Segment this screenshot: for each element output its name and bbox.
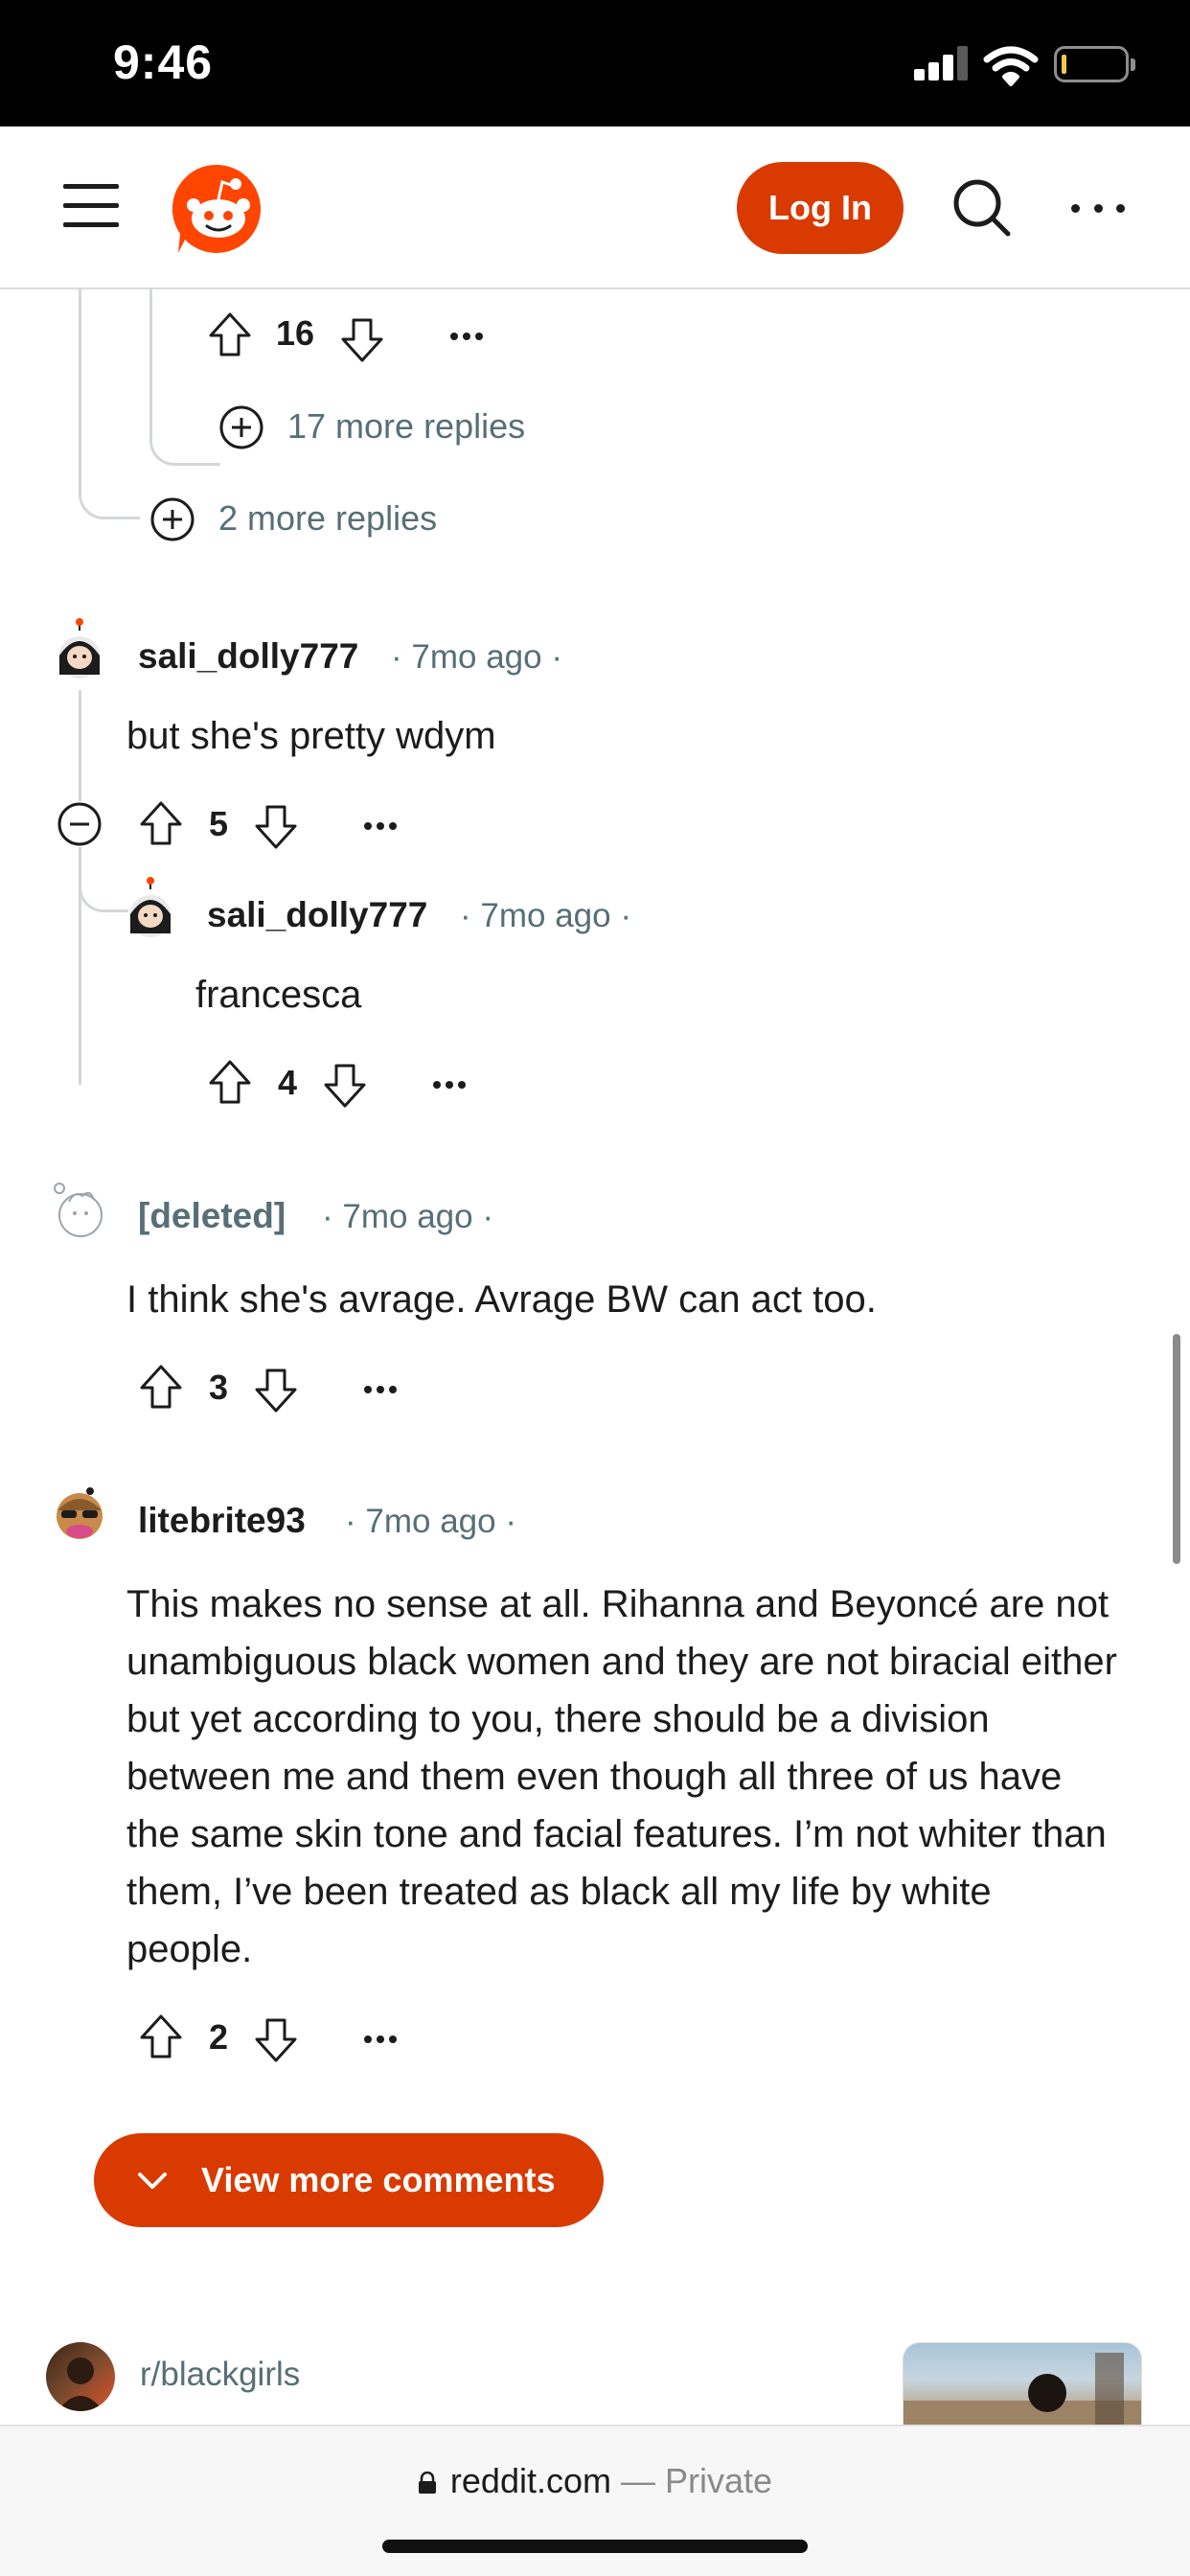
home-indicator[interactable] [382,2540,808,2553]
comment-author[interactable]: sali_dolly777 [207,895,427,935]
expand-icon[interactable] [218,404,264,450]
vote-count: 3 [208,1368,229,1407]
comment-more-icon[interactable] [364,821,397,831]
more-replies-link[interactable]: 17 more replies [287,406,525,447]
view-more-comments-button[interactable]: View more comments [94,2133,604,2227]
downvote-icon[interactable] [253,803,299,851]
post-thumbnail[interactable] [903,2342,1142,2425]
thread-line [79,289,140,519]
comment-body: I think she's avrage. Avrage BW can act … [126,1278,877,1321]
expand-icon[interactable] [149,496,195,542]
comment-more-icon[interactable] [364,2035,397,2044]
upvote-icon[interactable] [207,1058,253,1106]
comment-meta: · 7mo ago · [322,1198,493,1235]
chevron-down-icon [138,2173,167,2189]
comment-more-icon[interactable] [433,1080,466,1090]
search-icon[interactable] [950,176,1014,240]
address-text[interactable]: reddit.com — Private [0,2461,1190,2501]
collapse-icon[interactable] [57,801,103,847]
comment-meta: · 7mo ago · [345,1503,516,1540]
reddit-logo-icon[interactable] [171,161,266,257]
cellular-signal-icon [914,46,968,80]
downvote-icon[interactable] [253,1367,299,1414]
status-bar: 9:46 [0,0,1190,126]
avatar[interactable] [119,876,182,939]
app-header: Log In [0,126,1190,289]
upvote-icon[interactable] [138,2012,184,2060]
downvote-icon[interactable] [253,2016,299,2064]
battery-icon [1054,46,1135,82]
comment-author: [deleted] [138,1196,286,1235]
comment-body: but she's pretty wdym [126,715,496,757]
vote-count: 2 [208,2017,229,2057]
private-mode-text: Private [665,2461,773,2500]
deleted-avatar-icon [54,1183,103,1237]
wifi-icon [983,46,1039,86]
comment-meta: · 7mo ago · [391,638,562,676]
domain-text: reddit.com [449,2461,611,2500]
subreddit-avatar[interactable] [46,2342,115,2411]
view-more-comments-label: View more comments [201,2160,556,2199]
more-replies-link[interactable]: 2 more replies [218,498,437,539]
avatar[interactable] [48,617,111,680]
comment-body: This makes no sense at all. Rihanna and … [126,1583,1117,1970]
downvote-icon[interactable] [339,316,385,364]
separator-text: — [621,2461,656,2500]
downvote-icon[interactable] [322,1062,368,1110]
comment-time: 7mo ago [365,1503,496,1540]
comment-time: 7mo ago [342,1198,473,1235]
upvote-icon[interactable] [138,1363,184,1411]
comment-author[interactable]: sali_dolly777 [138,636,358,677]
comment-body: francesca [195,974,362,1016]
vote-count: 16 [275,313,315,353]
comment-time: 7mo ago [411,638,542,676]
comment-meta: · 7mo ago · [460,897,631,934]
subreddit-name[interactable]: r/blackgirls [140,2356,300,2394]
upvote-icon[interactable] [138,799,184,847]
comment-more-icon[interactable] [364,1385,397,1394]
comment-more-icon[interactable] [450,332,483,341]
avatar[interactable] [48,1482,111,1545]
comment-author[interactable]: litebrite93 [138,1501,306,1541]
vote-count: 5 [208,804,229,843]
scrollbar[interactable] [1173,1334,1180,1564]
hamburger-menu-icon[interactable] [63,184,119,228]
login-button[interactable]: Log In [737,162,904,254]
browser-address-bar[interactable]: reddit.com — Private [0,2425,1190,2576]
comments-section: 16 17 more replies 2 more replies sali_d… [0,289,1190,2425]
comment-time: 7mo ago [480,897,611,934]
upvote-icon[interactable] [207,310,253,358]
status-time: 9:46 [113,35,214,89]
vote-count: 4 [277,1063,298,1102]
more-options-icon[interactable] [1071,194,1125,222]
lock-icon [418,2472,436,2494]
